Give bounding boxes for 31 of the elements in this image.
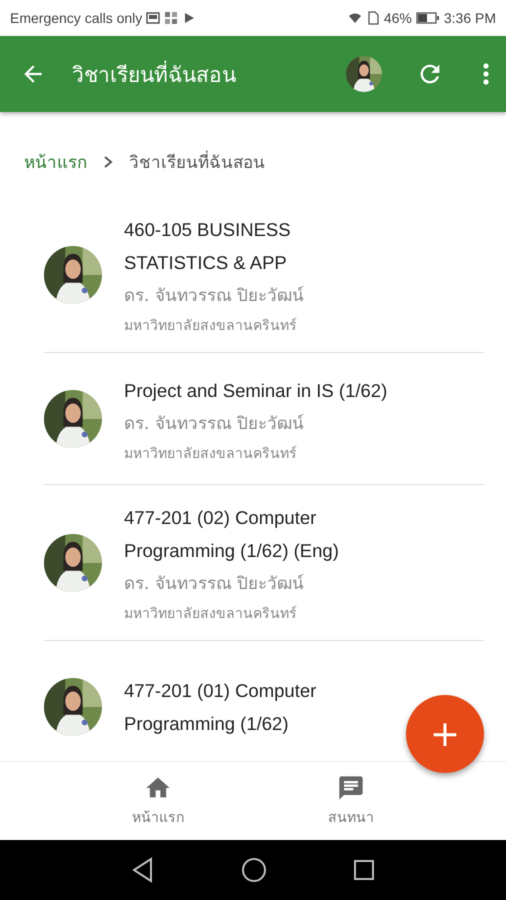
add-button[interactable]: + (406, 695, 484, 773)
chat-icon (337, 774, 365, 802)
teacher-name: ดร. จันทวรรณ ปิยะวัฒน์ (124, 573, 304, 596)
university-name: มหาวิทยาลัยสงขลานครินทร์ (124, 444, 297, 464)
mail-icon (146, 11, 160, 25)
back-icon[interactable] (131, 857, 155, 883)
home-button[interactable] (241, 857, 267, 883)
app-bar-title: วิชาเรียนที่ฉันสอน (72, 60, 237, 88)
grid-icon (164, 11, 178, 25)
more-button[interactable] (482, 62, 490, 86)
course-title[interactable]: Project and Seminar in IS (1/62) (124, 374, 388, 406)
course-title[interactable]: 477-201 (01) Computer Programming (1/62) (124, 674, 396, 740)
course-title[interactable]: 477-201 (02) Computer Programming (1/62) (Eng) (124, 501, 396, 567)
battery-percent: 46% (384, 10, 412, 26)
nav-tab[interactable]: หน้าแรก (126, 773, 190, 829)
teacher-name: ดร. จันทวรรณ ปิยะวัฒน์ (124, 412, 304, 436)
course-title[interactable]: 460-105 BUSINESS STATISTICS & APP (124, 213, 396, 279)
chevron-icon (103, 156, 113, 168)
sim-icon (366, 11, 380, 25)
clock: 3:36 PM (444, 10, 496, 26)
teacher-name: ดร. จันทวรรณ ปิยะวัฒน์ (124, 285, 304, 308)
breadcrumb-item: วิชาเรียนที่ฉันสอน (129, 148, 265, 175)
carrier-text: Emergency calls only (10, 10, 142, 26)
university-name: มหาวิทยาลัยสงขลานครินทร์ (124, 604, 297, 624)
university-name: มหาวิทยาลัยสงขลานครินทร์ (124, 316, 297, 336)
battery-icon (416, 11, 440, 25)
wifi-icon (348, 11, 362, 25)
breadcrumb-item[interactable]: หน้าแรก (24, 148, 87, 175)
recents-button[interactable] (353, 859, 375, 881)
play-icon (182, 11, 196, 25)
nav-tab[interactable]: สนทนา (322, 773, 380, 829)
